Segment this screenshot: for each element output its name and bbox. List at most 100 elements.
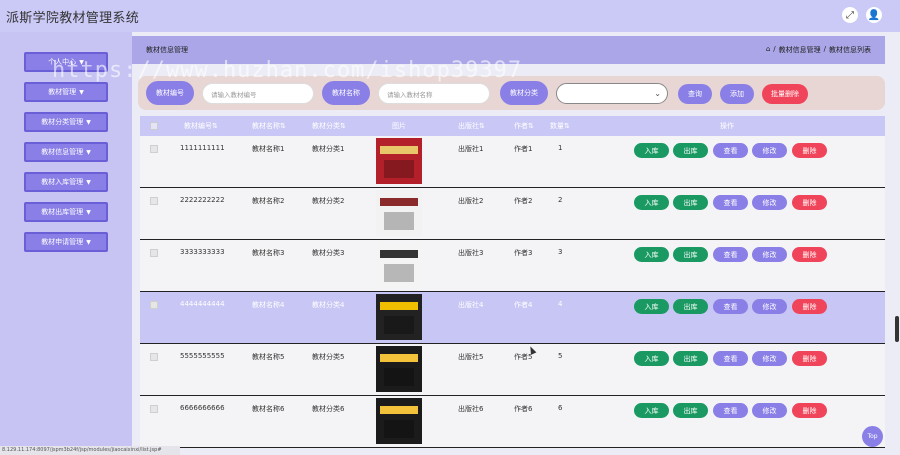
- header-qty[interactable]: 数量⇅: [550, 121, 570, 131]
- back-to-top-button[interactable]: Top: [862, 426, 883, 447]
- book-cover-image: [376, 138, 422, 184]
- stock-in-button[interactable]: 入库: [634, 195, 669, 210]
- view-button[interactable]: 查看: [713, 195, 748, 210]
- main-content: 教材信息管理 ⌂ / 教材信息管理 / 教材信息列表 教材编号 请输入教材编号 …: [132, 32, 900, 455]
- stock-out-button[interactable]: 出库: [673, 143, 708, 158]
- row-checkbox[interactable]: [150, 197, 158, 205]
- header-ops: 操作: [720, 122, 734, 130]
- table-row: 4444444444 教材名称4 教材分类4 出版社4 作者4 4 入库 出库 查看 修改 删除: [140, 292, 885, 344]
- row-checkbox[interactable]: [150, 353, 158, 361]
- stock-in-button[interactable]: 入库: [634, 247, 669, 262]
- row-checkbox[interactable]: [150, 145, 158, 153]
- header-name[interactable]: 教材名称⇅: [252, 121, 286, 131]
- cell-qty: 3: [558, 248, 563, 256]
- header-author[interactable]: 作者⇅: [514, 121, 534, 131]
- cell-category: 教材分类6: [312, 405, 345, 413]
- user-icon[interactable]: 👤: [866, 7, 882, 23]
- row-checkbox[interactable]: [150, 405, 158, 413]
- home-icon[interactable]: ⌂: [766, 45, 770, 55]
- cell-qty: 5: [558, 352, 563, 360]
- stock-in-button[interactable]: 入库: [634, 299, 669, 314]
- sidebar-item-stock-in[interactable]: 教材入库管理 ▼: [24, 172, 108, 192]
- status-url: 8.129.11.174:8097/jspm3b24f/jsp/modules/…: [0, 446, 180, 455]
- sidebar-item-label: 教材入库管理: [41, 178, 84, 186]
- category-select[interactable]: ⌄: [556, 83, 668, 104]
- row-checkbox[interactable]: [150, 249, 158, 257]
- cell-qty: 6: [558, 404, 563, 412]
- delete-button[interactable]: 删除: [792, 403, 827, 418]
- edit-button[interactable]: 修改: [752, 247, 787, 262]
- cell-category: 教材分类1: [312, 145, 345, 153]
- code-label: 教材编号: [146, 81, 194, 105]
- delete-button[interactable]: 删除: [792, 351, 827, 366]
- edit-button[interactable]: 修改: [752, 351, 787, 366]
- delete-button[interactable]: 删除: [792, 143, 827, 158]
- stock-out-button[interactable]: 出库: [673, 247, 708, 262]
- query-button[interactable]: 查询: [678, 84, 712, 104]
- batch-delete-button[interactable]: 批量删除: [762, 84, 808, 104]
- breadcrumb-separator: /: [823, 45, 826, 53]
- sidebar-item-textbook[interactable]: 教材管理 ▼: [24, 82, 108, 102]
- stock-in-button[interactable]: 入库: [634, 351, 669, 366]
- breadcrumb-separator: /: [773, 45, 776, 53]
- sidebar-item-category[interactable]: 教材分类管理 ▼: [24, 112, 108, 132]
- sidebar-item-stock-out[interactable]: 教材出库管理 ▼: [24, 202, 108, 222]
- view-button[interactable]: 查看: [713, 351, 748, 366]
- cell-code: 4444444444: [180, 300, 225, 308]
- delete-button[interactable]: 删除: [792, 299, 827, 314]
- breadcrumb-item: 教材信息列表: [829, 46, 871, 54]
- data-table: 教材编号⇅ 教材名称⇅ 教材分类⇅ 图片 出版社⇅ 作者⇅ 数量⇅ 操作 111…: [140, 116, 885, 448]
- delete-button[interactable]: 删除: [792, 247, 827, 262]
- cell-qty: 2: [558, 196, 563, 204]
- code-input[interactable]: 请输入教材编号: [202, 83, 314, 104]
- edit-button[interactable]: 修改: [752, 143, 787, 158]
- chevron-down-icon: ▼: [86, 178, 91, 186]
- edit-button[interactable]: 修改: [752, 195, 787, 210]
- sidebar-item-apply[interactable]: 教材申请管理 ▼: [24, 232, 108, 252]
- sidebar-item-label: 教材分类管理: [41, 118, 84, 126]
- cell-category: 教材分类5: [312, 353, 345, 361]
- stock-in-button[interactable]: 入库: [634, 403, 669, 418]
- cell-author: 作者4: [514, 301, 533, 309]
- sidebar-item-info[interactable]: 教材信息管理 ▼: [24, 142, 108, 162]
- view-button[interactable]: 查看: [713, 247, 748, 262]
- header-publisher[interactable]: 出版社⇅: [458, 121, 485, 131]
- stock-out-button[interactable]: 出库: [673, 403, 708, 418]
- view-button[interactable]: 查看: [713, 143, 748, 158]
- table-row: 2222222222 教材名称2 教材分类2 出版社2 作者2 2 入库 出库 查看 修改 删除: [140, 188, 885, 240]
- scrollbar-thumb[interactable]: [895, 316, 899, 342]
- cell-author: 作者2: [514, 197, 533, 205]
- delete-button[interactable]: 删除: [792, 195, 827, 210]
- stock-out-button[interactable]: 出库: [673, 195, 708, 210]
- cell-publisher: 出版社3: [458, 249, 484, 257]
- sidebar-item-label: 教材管理: [48, 88, 77, 96]
- cell-name: 教材名称4: [252, 301, 285, 309]
- chevron-down-icon: ▼: [86, 208, 91, 216]
- cell-qty: 4: [558, 300, 563, 308]
- cell-name: 教材名称5: [252, 353, 285, 361]
- header-category[interactable]: 教材分类⇅: [312, 121, 346, 131]
- name-input[interactable]: 请输入教材名称: [378, 83, 490, 104]
- cell-publisher: 出版社6: [458, 405, 484, 413]
- sidebar-item-label: 教材出库管理: [41, 208, 84, 216]
- category-label: 教材分类: [500, 81, 548, 105]
- fullscreen-icon[interactable]: ⤢: [842, 7, 858, 23]
- edit-button[interactable]: 修改: [752, 403, 787, 418]
- stock-out-button[interactable]: 出库: [673, 299, 708, 314]
- table-row: 3333333333 教材名称3 教材分类3 出版社3 作者3 3 入库 出库 查看 修改 删除: [140, 240, 885, 292]
- name-label: 教材名称: [322, 81, 370, 105]
- view-button[interactable]: 查看: [713, 403, 748, 418]
- chevron-down-icon: ▼: [86, 148, 91, 156]
- cell-category: 教材分类4: [312, 301, 345, 309]
- stock-in-button[interactable]: 入库: [634, 143, 669, 158]
- stock-out-button[interactable]: 出库: [673, 351, 708, 366]
- breadcrumb: ⌂ / 教材信息管理 / 教材信息列表: [766, 45, 871, 55]
- top-bar: 派斯学院教材管理系统 ⤢ 👤: [0, 0, 900, 32]
- edit-button[interactable]: 修改: [752, 299, 787, 314]
- select-all-checkbox[interactable]: [150, 122, 158, 130]
- view-button[interactable]: 查看: [713, 299, 748, 314]
- header-code[interactable]: 教材编号⇅: [184, 121, 218, 131]
- row-checkbox[interactable]: [150, 301, 158, 309]
- add-button[interactable]: 添加: [720, 84, 754, 104]
- breadcrumb-item[interactable]: 教材信息管理: [779, 45, 821, 55]
